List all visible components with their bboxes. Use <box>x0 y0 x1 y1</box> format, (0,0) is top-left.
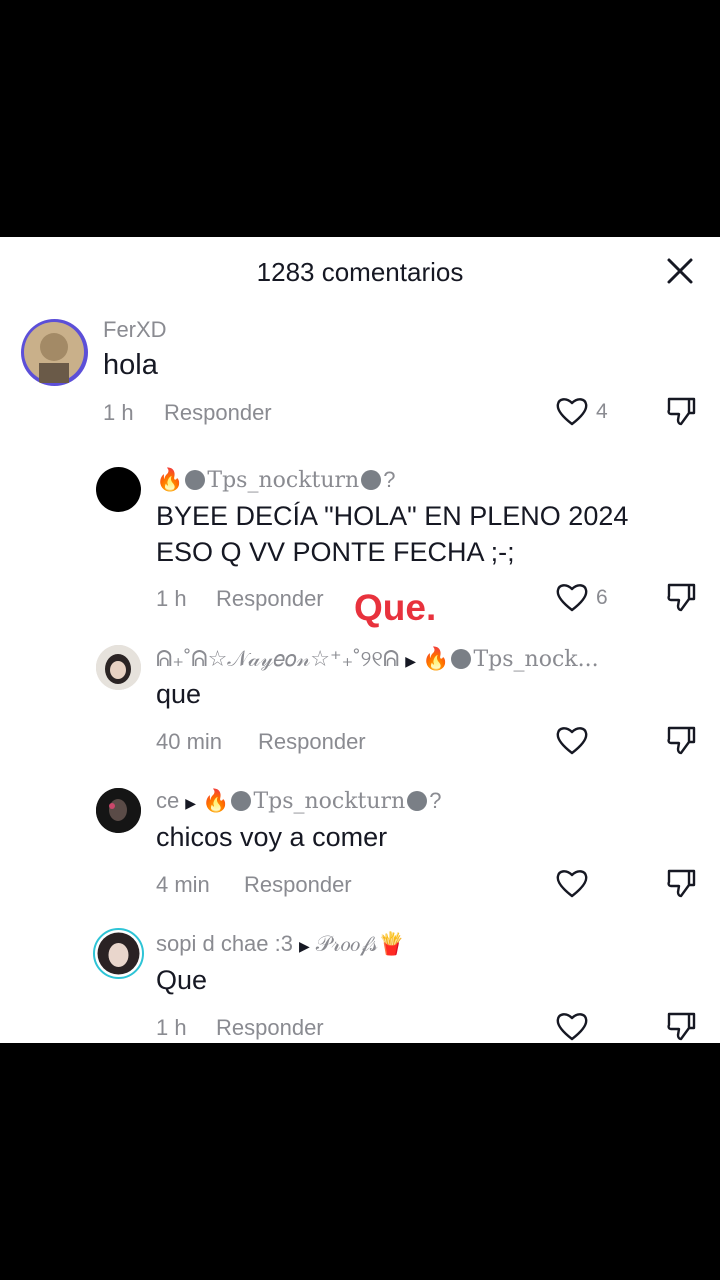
username-main: ce <box>156 788 180 813</box>
reply-arrow-icon: ▶ <box>405 653 417 669</box>
reply-to-username: Tps_nockturn <box>253 789 406 814</box>
comment-text: hola <box>103 349 158 381</box>
heart-icon[interactable] <box>555 395 589 427</box>
comments-panel: 1283 comentarios FerXD hola 1 h Responde… <box>0 237 720 1043</box>
dislike-icon[interactable] <box>666 1010 696 1042</box>
like-count: 6 <box>596 586 608 609</box>
avatar[interactable] <box>96 645 141 690</box>
comment-text: Que <box>156 965 208 995</box>
overlay-caption: Que. <box>354 587 437 628</box>
dot-icon <box>451 649 472 669</box>
heart-icon[interactable] <box>555 867 589 899</box>
comment-text: BYEE DECÍA "HOLA" EN PLENO 2024 ESO Q VV… <box>156 501 629 567</box>
avatar-image-icon <box>96 788 141 833</box>
username-main: Tps_nockturn <box>207 468 360 493</box>
reply-arrow-icon: ▶ <box>185 795 197 811</box>
comment-text: que <box>156 679 202 709</box>
avatar[interactable] <box>21 319 88 386</box>
reply-to-prefix: 🔥 <box>422 646 450 671</box>
dot-icon <box>407 791 428 811</box>
dislike-icon[interactable] <box>666 867 696 899</box>
username-suffix: ? <box>383 467 396 492</box>
comment-time: 4 min <box>156 872 210 897</box>
comment-username[interactable]: FerXD <box>103 317 167 343</box>
username-main: ᕱ₊˚ᕱ☆𝒩𝒶𝓎𝑒𝑜𝓃☆⁺₊˚୨୧ᕱ <box>156 646 400 671</box>
reply-to-prefix: 🔥 <box>202 788 230 813</box>
reply-to-username: 𝒫𝓇𝑜𝑜𝒻𝓈🍟 <box>315 931 406 956</box>
close-icon[interactable] <box>664 255 696 287</box>
heart-icon[interactable] <box>555 581 589 613</box>
reply-to-suffix: ? <box>429 788 442 813</box>
comment-time: 1 h <box>156 1015 187 1040</box>
comments-count-title: 1283 comentarios <box>256 257 464 287</box>
avatar-image-icon <box>24 322 84 383</box>
dislike-icon[interactable] <box>666 724 696 756</box>
avatar-image-icon <box>96 645 141 690</box>
dislike-icon[interactable] <box>666 395 696 427</box>
reply-button[interactable]: Responder <box>244 872 352 898</box>
dot-icon <box>231 791 252 811</box>
heart-icon[interactable] <box>555 1010 589 1042</box>
comment-time: 1 h <box>103 400 134 425</box>
reply-button[interactable]: Responder <box>216 586 324 612</box>
comment-username[interactable]: ce ▶ 🔥 Tps_nockturn? <box>156 788 442 814</box>
reply-button[interactable]: Responder <box>258 729 366 755</box>
avatar[interactable] <box>96 467 141 512</box>
heart-icon[interactable] <box>555 724 589 756</box>
comment-username[interactable]: 🔥 Tps_nockturn? <box>156 467 395 493</box>
reply-arrow-icon: ▶ <box>298 938 310 954</box>
reply-button[interactable]: Responder <box>216 1015 324 1041</box>
reply-to-username: Tps_nock... <box>473 647 599 672</box>
comment-username[interactable]: sopi d chae :3 ▶ 𝒫𝓇𝑜𝑜𝒻𝓈🍟 <box>156 931 405 957</box>
comment-time: 1 h <box>156 586 187 611</box>
comment-time: 40 min <box>156 729 223 754</box>
dislike-icon[interactable] <box>666 581 696 613</box>
dot-icon <box>185 470 206 490</box>
comment-text: chicos voy a comer <box>156 822 388 852</box>
dot-icon <box>361 470 382 490</box>
like-count: 4 <box>596 400 608 423</box>
username-main: sopi d chae :3 <box>156 931 293 956</box>
avatar[interactable] <box>96 788 141 833</box>
avatar[interactable] <box>93 928 144 979</box>
username-prefix: 🔥 <box>156 467 184 492</box>
avatar-image-icon <box>97 932 140 975</box>
comment-username[interactable]: ᕱ₊˚ᕱ☆𝒩𝒶𝓎𝑒𝑜𝓃☆⁺₊˚୨୧ᕱ ▶ 🔥 Tps_nock... <box>156 646 599 672</box>
reply-button[interactable]: Responder <box>164 400 272 426</box>
